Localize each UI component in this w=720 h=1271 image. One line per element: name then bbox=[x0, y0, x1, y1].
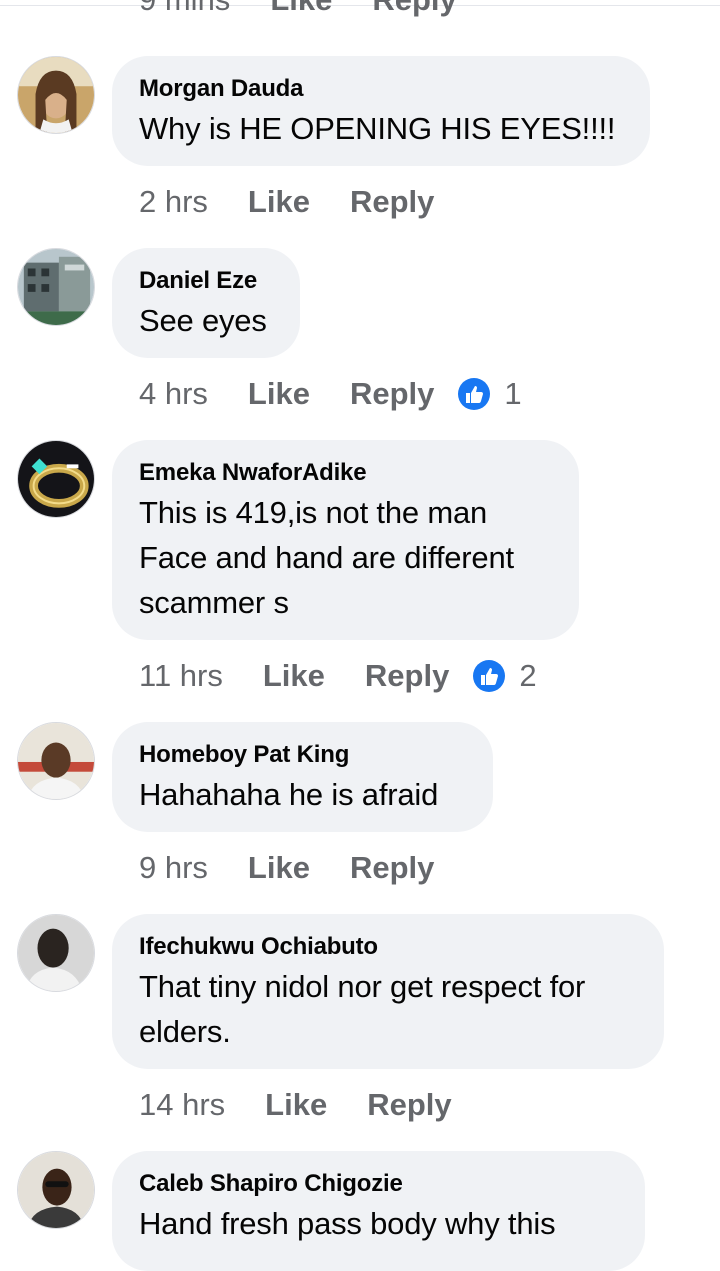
person-avatar-icon bbox=[18, 723, 94, 799]
reply-button[interactable]: Reply bbox=[350, 850, 434, 886]
like-reaction-icon bbox=[473, 660, 506, 692]
comment-text: See eyes bbox=[139, 303, 267, 338]
avatar[interactable] bbox=[17, 56, 95, 134]
comment-time[interactable]: 9 hrs bbox=[139, 850, 208, 886]
avatar[interactable] bbox=[17, 248, 95, 326]
like-button[interactable]: Like bbox=[270, 0, 332, 18]
reply-button[interactable]: Reply bbox=[367, 1087, 451, 1123]
comment-bubble: Caleb Shapiro Chigozie Hand fresh pass b… bbox=[112, 1151, 645, 1271]
like-button[interactable]: Like bbox=[248, 850, 310, 886]
comment-bubble: Daniel Eze See eyes bbox=[112, 248, 300, 358]
comment-time[interactable]: 11 hrs bbox=[139, 658, 223, 694]
like-button[interactable]: Like bbox=[263, 658, 325, 694]
reaction-count-value: 1 bbox=[504, 376, 522, 411]
avatar[interactable] bbox=[17, 722, 95, 800]
comment-author[interactable]: Ifechukwu Ochiabuto bbox=[139, 932, 637, 962]
avatar[interactable] bbox=[17, 1151, 95, 1229]
comment-author[interactable]: Emeka NwaforAdike bbox=[139, 458, 552, 488]
comment-time[interactable]: 14 hrs bbox=[139, 1087, 225, 1123]
person-avatar-icon bbox=[18, 915, 94, 991]
comment-bubble: Homeboy Pat King Hahahaha he is afraid bbox=[112, 722, 493, 832]
comment-bubble: Ifechukwu Ochiabuto That tiny nidol nor … bbox=[112, 914, 664, 1069]
ring-avatar-icon bbox=[18, 441, 94, 517]
building-avatar-icon bbox=[18, 249, 94, 325]
reply-button[interactable]: Reply bbox=[365, 658, 449, 694]
reply-button[interactable]: Reply bbox=[372, 0, 456, 18]
comment-bubble: Morgan Dauda Why is HE OPENING HIS EYES!… bbox=[112, 56, 650, 166]
like-button[interactable]: Like bbox=[248, 376, 310, 412]
previous-comment-actions: 9 mins Like Reply bbox=[139, 0, 457, 20]
comment-text: Hahahaha he is afraid bbox=[139, 777, 439, 812]
jesus-portrait-avatar-icon bbox=[18, 57, 94, 133]
comment-actions: 2 hrs Like Reply bbox=[139, 182, 434, 222]
comment-actions: 4 hrs Like Reply 1 bbox=[139, 374, 522, 414]
like-button[interactable]: Like bbox=[265, 1087, 327, 1123]
comment-actions: 14 hrs Like Reply bbox=[139, 1085, 452, 1125]
comment-text: Hand fresh pass body why this bbox=[139, 1206, 556, 1241]
comment-text: That tiny nidol nor get respect for elde… bbox=[139, 969, 586, 1049]
like-button[interactable]: Like bbox=[248, 184, 310, 220]
reaction-count-value: 2 bbox=[519, 658, 537, 693]
comment-text: Why is HE OPENING HIS EYES!!!! bbox=[139, 111, 616, 146]
comment-text: This is 419,is not the man Face and hand… bbox=[139, 495, 514, 620]
comment-author[interactable]: Caleb Shapiro Chigozie bbox=[139, 1169, 618, 1199]
like-reaction-icon bbox=[458, 378, 491, 410]
reaction-count[interactable]: 2 bbox=[473, 658, 537, 694]
reaction-count[interactable]: 1 bbox=[458, 376, 522, 412]
reply-button[interactable]: Reply bbox=[350, 376, 434, 412]
person-sunglasses-avatar-icon bbox=[18, 1152, 94, 1228]
comment-author[interactable]: Homeboy Pat King bbox=[139, 740, 466, 770]
avatar[interactable] bbox=[17, 914, 95, 992]
reply-button[interactable]: Reply bbox=[350, 184, 434, 220]
comment-actions: 11 hrs Like Reply 2 bbox=[139, 656, 537, 696]
comment-time[interactable]: 2 hrs bbox=[139, 184, 208, 220]
comment-author[interactable]: Daniel Eze bbox=[139, 266, 273, 296]
avatar[interactable] bbox=[17, 440, 95, 518]
comment-time[interactable]: 4 hrs bbox=[139, 376, 208, 412]
comment-actions: 9 hrs Like Reply bbox=[139, 848, 434, 888]
comment-author[interactable]: Morgan Dauda bbox=[139, 74, 623, 104]
comment-bubble: Emeka NwaforAdike This is 419,is not the… bbox=[112, 440, 579, 640]
comment-time: 9 mins bbox=[139, 0, 230, 18]
